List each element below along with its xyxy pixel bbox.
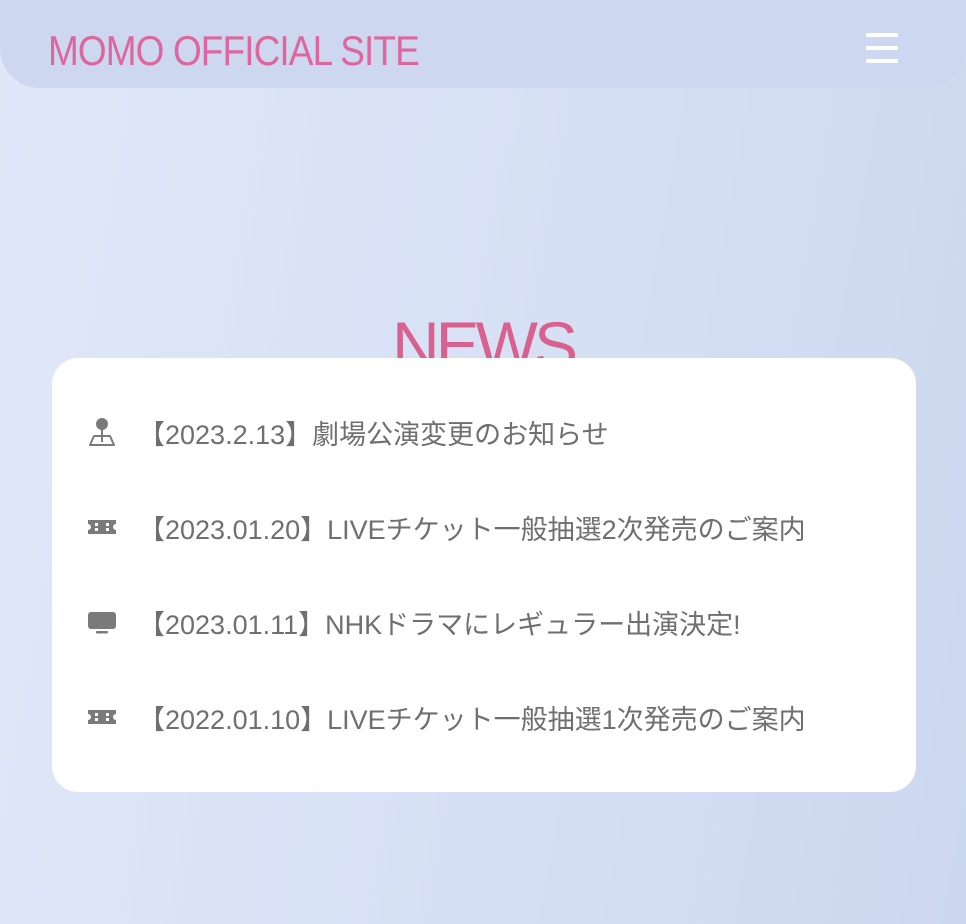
news-card: 【2023.2.13】劇場公演変更のお知らせ 【2023.01.20】LIVEチ… — [52, 358, 916, 792]
hamburger-menu-icon — [866, 33, 898, 37]
tv-icon — [86, 606, 118, 638]
hamburger-menu-icon-bar — [866, 59, 898, 63]
news-item-text: 【2022.01.10】LIVEチケット一般抽選1次発売のご案内 — [138, 704, 806, 735]
news-item[interactable]: 【2023.01.11】NHKドラマにレギュラー出演決定! — [86, 600, 741, 644]
site-header: MOMO OFFICIAL SITE — [0, 0, 966, 88]
site-title[interactable]: MOMO OFFICIAL SITE — [48, 26, 420, 76]
news-item-text: 【2023.01.20】LIVEチケット一般抽選2次発売のご案内 — [138, 514, 806, 545]
ticket-icon — [86, 511, 118, 543]
news-item-text: 【2023.2.13】劇場公演変更のお知らせ — [138, 419, 609, 450]
hamburger-menu-icon-bar — [866, 46, 898, 50]
ticket-icon — [86, 701, 118, 733]
news-item[interactable]: 【2023.01.20】LIVEチケット一般抽選2次発売のご案内 — [86, 505, 806, 549]
news-item[interactable]: 【2022.01.10】LIVEチケット一般抽選1次発売のご案内 — [86, 695, 806, 739]
news-item-text: 【2023.01.11】NHKドラマにレギュラー出演決定! — [138, 609, 741, 640]
map-pin-icon — [86, 416, 118, 448]
news-item[interactable]: 【2023.2.13】劇場公演変更のお知らせ — [86, 410, 609, 454]
hamburger-menu-button[interactable] — [858, 28, 906, 68]
